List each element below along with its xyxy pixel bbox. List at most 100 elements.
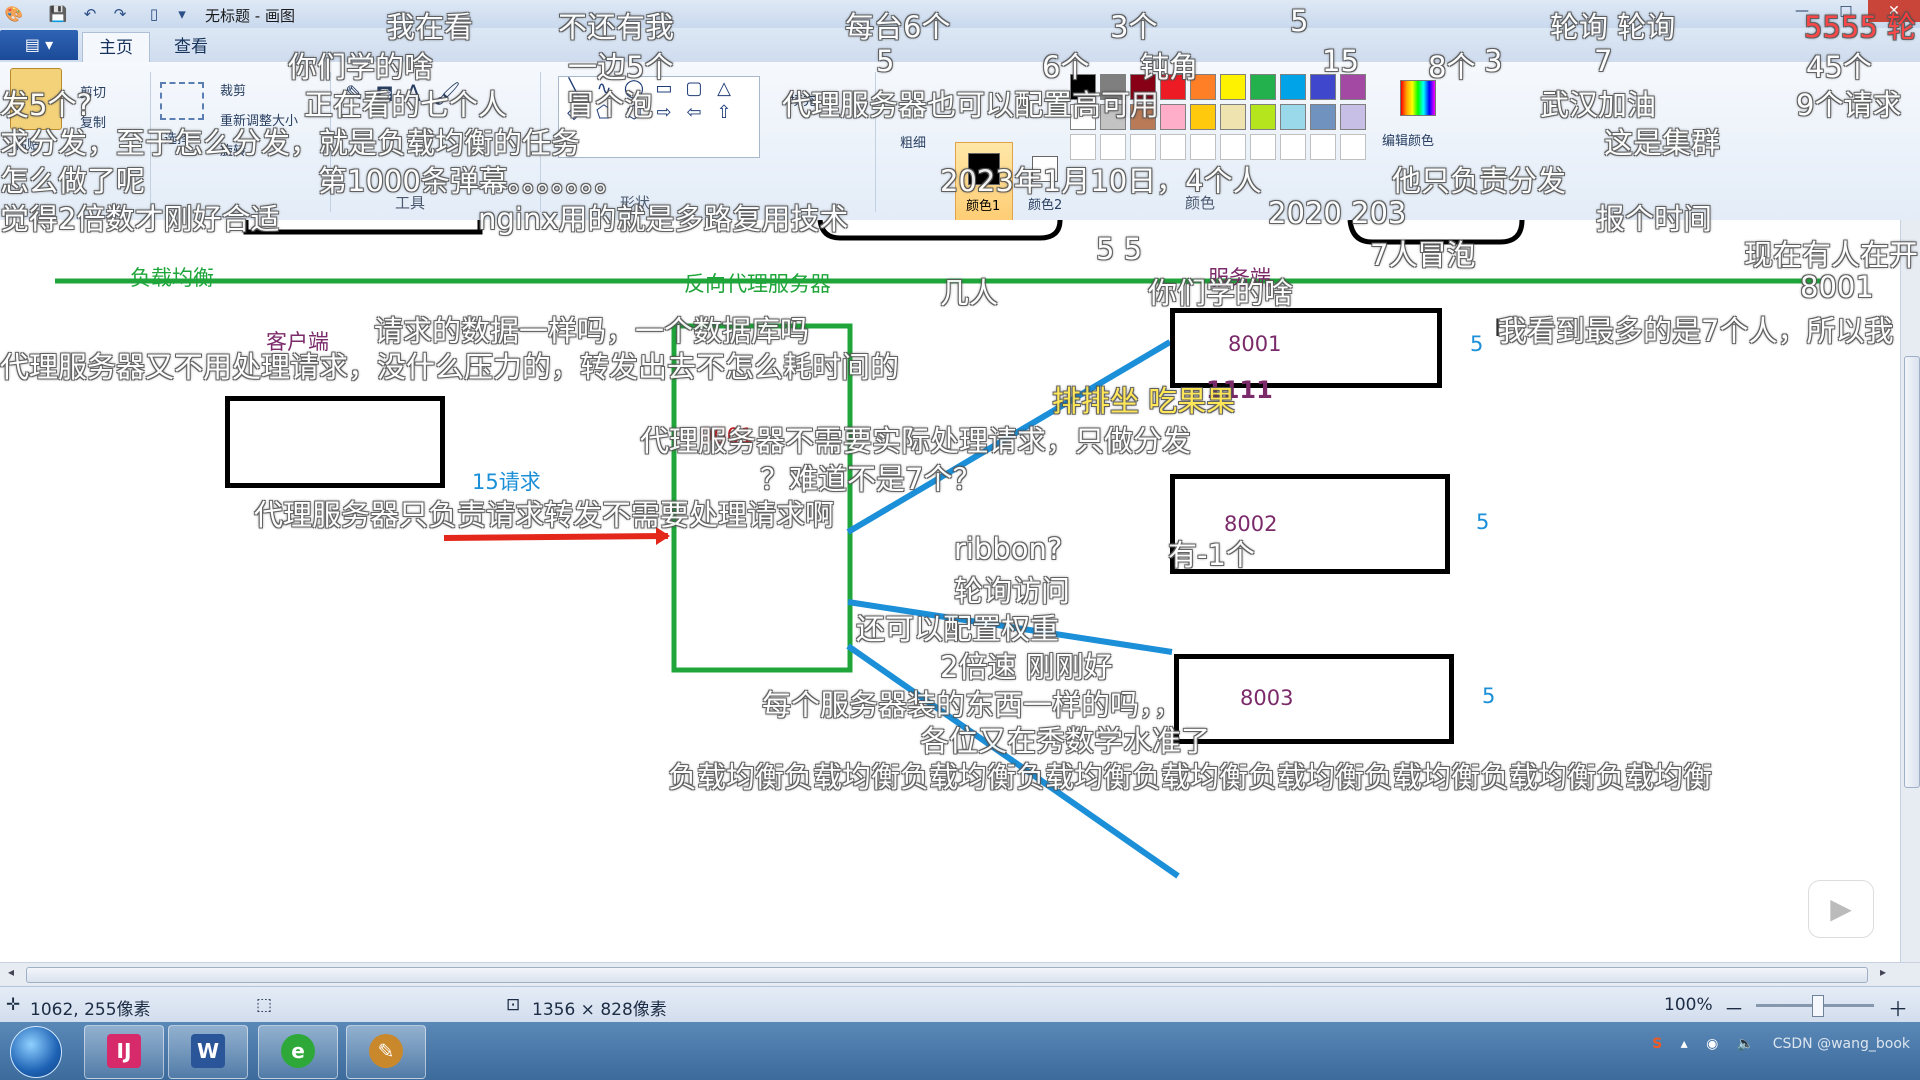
taskbar-paint[interactable]: ✎ [346,1025,426,1079]
taskbar-word[interactable]: W [168,1025,248,1079]
rotate-button[interactable]: 旋转 [220,140,246,159]
group-separator [330,72,331,212]
palette-swatch[interactable] [1070,74,1096,100]
palette-swatch[interactable] [1100,74,1126,100]
edit-colors-icon[interactable] [1400,80,1436,116]
palette-swatch-empty[interactable] [1070,134,1096,160]
maximize-button[interactable]: □ [1824,0,1868,22]
palette-swatch-empty[interactable] [1250,134,1276,160]
paint-app-icon[interactable]: 🎨 [4,4,24,24]
start-button[interactable] [10,1026,62,1078]
color1-swatch [968,153,1000,185]
horizontal-scrollbar-thumb[interactable] [26,967,1868,983]
close-button[interactable]: ✕ [1868,0,1920,22]
palette-swatch[interactable] [1250,74,1276,100]
brush-icon[interactable]: 🖌 [433,82,461,107]
text-tool-icon[interactable]: A [406,82,421,107]
cursor-position-icon: ✛ [6,995,21,1015]
palette-swatch[interactable] [1190,74,1216,100]
oval-shape-icon[interactable]: ◯ [619,77,649,101]
palette-swatch-empty[interactable] [1100,134,1126,160]
app-menu-button[interactable]: ▤ ▾ [0,30,78,60]
drawing-canvas[interactable]: 负载均衡 反向代理服务器 服务端 客户端 15请求 9001 响应 8001 8… [0,220,1900,962]
palette-swatch[interactable] [1280,74,1306,100]
scroll-right-icon[interactable]: ▸ [1880,965,1886,979]
triangle-shape-icon[interactable]: △ [709,77,739,101]
customize-quick-access-icon[interactable]: ▾ [172,4,192,24]
edit-colors-button[interactable]: 编辑颜色 [1382,130,1434,149]
select-icon[interactable] [160,82,204,120]
palette-swatch-empty[interactable] [1280,134,1306,160]
taskbar-ie[interactable]: e [258,1025,338,1079]
volume-icon[interactable]: 🔈 [1737,1036,1754,1052]
server-box-8002 [1170,474,1450,574]
new-file-icon[interactable]: ▯ [144,4,164,24]
minimize-button[interactable]: — [1780,0,1824,22]
rounded-rect-shape-icon[interactable]: ▢ [679,77,709,101]
link-to-8003 [846,643,1180,879]
select-button[interactable]: 选择 [164,128,190,147]
palette-swatch-empty[interactable] [1310,134,1336,160]
paste-icon[interactable] [10,68,62,130]
line-shape-icon[interactable]: ╲ [559,77,589,101]
tab-view[interactable]: 查看 [158,32,224,62]
palette-swatch-empty[interactable] [1160,134,1186,160]
undo-icon[interactable]: ↶ [80,4,100,24]
curve-shape-icon[interactable]: ∿ [589,77,619,101]
palette-swatch[interactable] [1160,104,1186,130]
diamond-shape-icon[interactable]: ◇ [559,101,589,125]
image-size-icon: ⊡ [506,995,521,1015]
network-icon[interactable]: ◉ [1706,1036,1718,1052]
redo-icon[interactable]: ↷ [110,4,130,24]
palette-swatch-empty[interactable] [1220,134,1246,160]
palette-swatch[interactable] [1160,74,1186,100]
vertical-scrollbar-thumb[interactable] [1904,356,1920,788]
fill-bucket-icon[interactable]: ⛾ [376,82,394,107]
palette-swatch[interactable] [1100,104,1126,130]
palette-swatch[interactable] [1220,74,1246,100]
rectangle-shape-icon[interactable]: ▭ [649,77,679,101]
palette-swatch-empty[interactable] [1130,134,1156,160]
palette-swatch-empty[interactable] [1190,134,1216,160]
zoom-level: 100% [1664,995,1713,1015]
shapes-gallery[interactable]: ╲ ∿ ◯ ▭ ▢ △ ◇ ⬠ ⬡ ⇨ ⇦ ⇧ [558,76,760,158]
palette-swatch[interactable] [1070,104,1096,130]
zoom-out-button[interactable]: － [1724,993,1744,1022]
palette-swatch[interactable] [1130,104,1156,130]
cut-button[interactable]: 剪切 [80,82,106,101]
zoom-slider-thumb[interactable] [1812,995,1824,1017]
tab-home[interactable]: 主页 [82,32,150,63]
video-play-icon[interactable]: ▶ [1808,880,1874,938]
vertical-scrollbar[interactable] [1900,220,1920,962]
resize-button[interactable]: 重新调整大小 [220,110,298,129]
taskbar-intellij[interactable]: IJ [84,1025,164,1079]
left-arrow-shape-icon[interactable]: ⇦ [679,101,709,125]
horizontal-scrollbar[interactable]: ◂ ▸ [0,962,1920,987]
pencil-icon[interactable]: ✎ [345,82,363,107]
palette-swatch[interactable] [1190,104,1216,130]
ime-icon[interactable]: S [1652,1036,1662,1052]
palette-swatch[interactable] [1220,104,1246,130]
fill-button[interactable]: 填充 [790,90,816,109]
palette-swatch[interactable] [1250,104,1276,130]
palette-swatch[interactable] [1310,74,1336,100]
right-arrow-shape-icon[interactable]: ⇨ [649,101,679,125]
save-icon[interactable]: 💾 [48,4,68,24]
zoom-in-button[interactable]: ＋ [1888,993,1908,1022]
scroll-left-icon[interactable]: ◂ [8,965,14,979]
palette-swatch-empty[interactable] [1340,134,1366,160]
hexagon-shape-icon[interactable]: ⬡ [619,101,649,125]
palette-swatch[interactable] [1310,104,1336,130]
copy-button[interactable]: 复制 [80,112,106,131]
palette-swatch[interactable] [1340,74,1366,100]
size-button[interactable]: 粗细 [900,132,926,151]
tray-expand-icon[interactable]: ▴ [1681,1036,1688,1052]
pentagon-shape-icon[interactable]: ⬠ [589,101,619,125]
palette-swatch[interactable] [1130,74,1156,100]
partial-box-top-left [243,220,483,235]
up-arrow-shape-icon[interactable]: ⇧ [709,101,739,125]
paste-button[interactable]: 粘贴 [14,134,40,153]
crop-button[interactable]: 裁剪 [220,80,246,99]
palette-swatch[interactable] [1340,104,1366,130]
palette-swatch[interactable] [1280,104,1306,130]
